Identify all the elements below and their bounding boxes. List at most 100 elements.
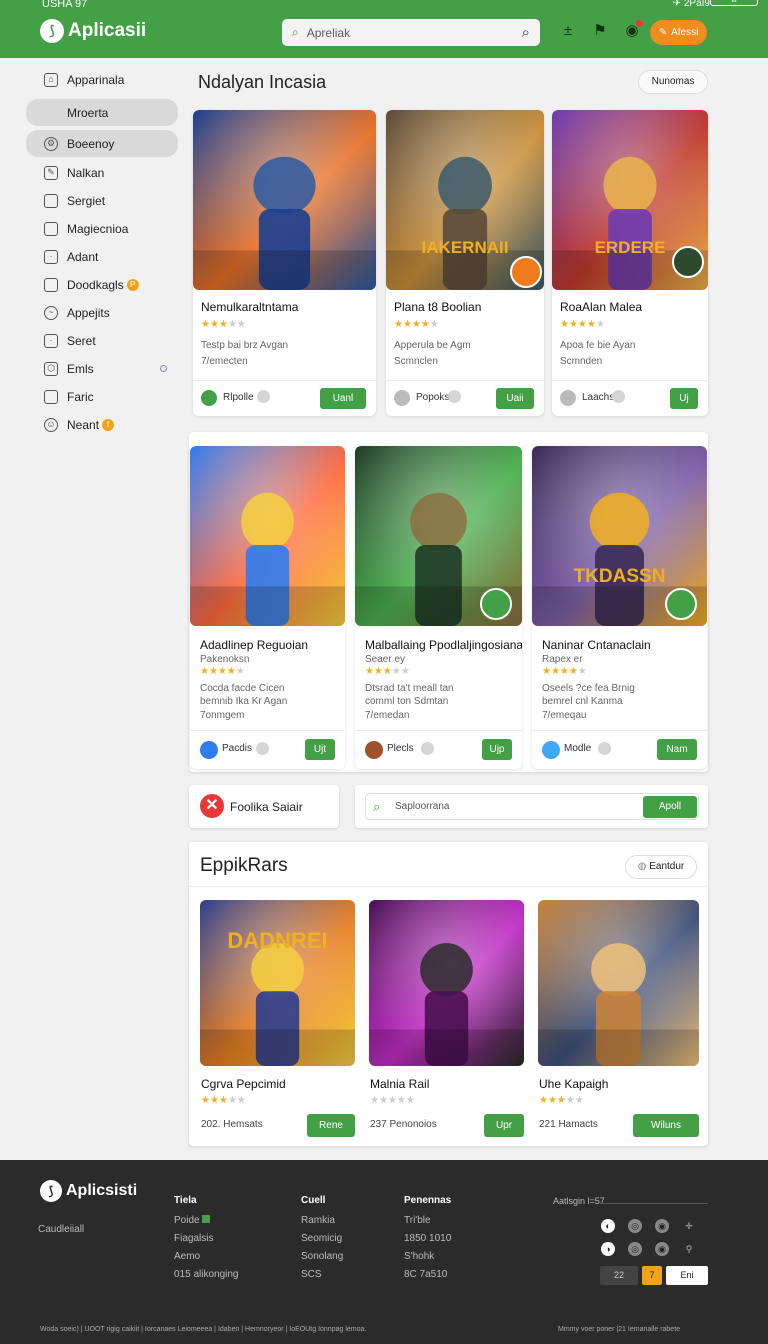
footer: ⟆ Aplicsisti Caudleiiall Tiela Poide Fia… — [0, 1160, 768, 1344]
game-card[interactable]: IAKERNAII Plana t8 Boolian ★★★★★ Apperula b… — [386, 110, 544, 416]
game-artwork[interactable] — [200, 900, 355, 1066]
footer-link[interactable]: Ramkia — [301, 1215, 343, 1233]
green-badge-icon — [202, 1215, 211, 1223]
more-button[interactable]: Nunomas — [638, 70, 708, 94]
status-bar-right: ✈ 2PaI9 — [672, 0, 710, 9]
card-title: Plana t8 Boolian — [394, 300, 482, 314]
sidebar-item-nalkan[interactable]: ✎ Nalkan — [26, 159, 178, 186]
header-action-button[interactable]: ✎ Afessi — [650, 20, 707, 45]
game-artwork[interactable] — [369, 900, 524, 1066]
sidebar-item-sergiet[interactable]: Sergiet — [26, 187, 178, 214]
sidebar-item-faric[interactable]: Faric — [26, 383, 178, 410]
card-title: Cgrva Pepcimid — [201, 1077, 286, 1091]
social-icon-7[interactable]: ◉ — [655, 1242, 669, 1256]
game-card[interactable]: Malballaing Ppodlaljingosiana Seaer ey ★★★… — [355, 446, 522, 769]
divider — [189, 886, 708, 887]
footer-link[interactable]: Tri'ble — [404, 1215, 451, 1233]
social-icon-3[interactable]: ◉ — [655, 1219, 669, 1233]
card-footer: Rlpolle Uanl — [193, 380, 376, 416]
social-icon-1[interactable]: ◐ — [601, 1219, 615, 1233]
social-icon-8[interactable]: ⚲ — [682, 1242, 696, 1256]
get-button[interactable]: Uanl — [320, 388, 366, 409]
sidebar-item-appejits[interactable]: ~ Appejits — [26, 299, 178, 326]
game-artwork[interactable] — [190, 446, 345, 626]
social-icon-5[interactable]: ◑ — [601, 1242, 615, 1256]
get-button[interactable]: Nam — [657, 739, 697, 760]
footer-link[interactable]: 015 alikonging — [174, 1269, 239, 1287]
game-artwork[interactable] — [538, 900, 699, 1066]
author-name[interactable]: Rlpolle — [223, 392, 254, 403]
game-card[interactable]: Nemulkaraltntama ★★★★★ Testp bai brz Avgan… — [193, 110, 376, 416]
install-check-icon[interactable] — [480, 588, 512, 620]
game-card[interactable]: TKDASSN Naninar Cntanaclain Rapex er ★★★★★ O… — [532, 446, 707, 769]
secondary-search-input[interactable]: Saploorrana — [395, 801, 449, 812]
edit-icon: ✎ — [658, 27, 668, 38]
social-icon-6[interactable]: ◎ — [628, 1242, 642, 1256]
get-button[interactable]: Rene — [307, 1114, 355, 1137]
author-name[interactable]: Plecls — [387, 743, 414, 754]
sidebar-item-doodkagls[interactable]: Doodkagls P — [26, 271, 178, 298]
footer-link[interactable]: Seomicig — [301, 1233, 343, 1251]
footer-link[interactable]: Aemo — [174, 1251, 239, 1269]
footer-link[interactable]: S'hohk — [404, 1251, 451, 1269]
author-name[interactable]: Pacdis — [222, 743, 252, 754]
search-bar[interactable]: ⌕ Apreliak ⌕ — [282, 19, 540, 46]
cloud-icon: ~ — [44, 305, 58, 320]
sidebar-item-neant[interactable]: ☺ Neant f — [26, 411, 178, 438]
get-button[interactable]: Uaii — [496, 388, 534, 409]
get-button[interactable]: Wiluns — [633, 1114, 699, 1137]
footer-link[interactable]: 1850 1010 — [404, 1233, 451, 1251]
author-avatar-icon — [365, 741, 383, 759]
footer-button-1[interactable]: 22 — [600, 1266, 638, 1285]
footer-link[interactable]: Sonolang — [301, 1251, 343, 1269]
card-description: 7/emeqau — [542, 710, 587, 721]
author-name[interactable]: Popoks — [416, 392, 449, 403]
sidebar-item-emls[interactable]: ⬡ Emls — [26, 355, 178, 382]
info-icon — [257, 390, 270, 403]
sidebar-item-mroerta[interactable]: Mroerta — [26, 99, 178, 126]
install-check-icon[interactable] — [510, 256, 542, 288]
search-input[interactable]: Apreliak — [307, 26, 522, 40]
footer-logo[interactable]: ⟆ Aplicsisti — [40, 1180, 137, 1202]
footer-bottom-right: Mmmy voer poner |21 Iemanalle rabete — [558, 1326, 681, 1333]
footer-link[interactable]: Fiagalsis — [174, 1233, 239, 1251]
section-title: Ndalyan Incasia — [198, 72, 327, 92]
section3-more-button[interactable]: ◍ Eantdur — [625, 855, 697, 879]
apply-button[interactable]: Apoll — [643, 796, 697, 818]
social-icon-2[interactable]: ◎ — [628, 1219, 642, 1233]
rating-stars: ★★★★★ — [542, 666, 587, 677]
footer-link[interactable]: 8C 7a510 — [404, 1269, 451, 1287]
author-name[interactable]: Modle — [564, 743, 591, 754]
sidebar-item-boeenoy[interactable]: ⚙ Boeenoy — [26, 130, 178, 157]
get-button[interactable]: Ujt — [305, 739, 335, 760]
game-card[interactable]: ERDERE RoaAlan Malea ★★★★★ Apoa fe bie Ayan… — [552, 110, 708, 416]
notice-panel: ✕ Foolika Saiair — [189, 785, 339, 828]
author-name[interactable]: Laachs — [582, 392, 614, 403]
footer-link[interactable]: SCS — [301, 1269, 343, 1287]
social-icon-4[interactable]: ✛ — [682, 1219, 696, 1233]
footer-button-3[interactable]: Eni — [666, 1266, 708, 1285]
error-icon: ✕ — [200, 794, 224, 818]
game-card[interactable]: Adadlinep Reguoian Pakenoksn ★★★★★ Cocda fa… — [190, 446, 345, 769]
game-artwork[interactable] — [193, 110, 376, 290]
get-button[interactable]: Ujp — [482, 739, 512, 760]
sidebar-item-adant[interactable]: · Adant — [26, 243, 178, 270]
install-check-icon[interactable] — [672, 246, 704, 278]
sidebar-item-apparinala[interactable]: ⌂ Apparinala — [26, 66, 178, 93]
notification-icon[interactable]: ◉ — [624, 20, 643, 40]
bookmark-icon[interactable]: ⚑ — [592, 22, 608, 40]
install-check-icon[interactable] — [665, 588, 697, 620]
app-logo[interactable]: ⟆ Aplicasii — [40, 19, 146, 43]
get-button[interactable]: Uj — [670, 388, 698, 409]
sidebar-item-seret[interactable]: · Seret — [26, 327, 178, 354]
secondary-search-bar[interactable]: ⌕ Saploorrana Apoll — [365, 793, 699, 820]
footer-button-2[interactable]: 7 — [642, 1266, 662, 1285]
search-submit-icon[interactable]: ⌕ — [522, 24, 530, 41]
get-button[interactable]: Upr — [484, 1114, 524, 1137]
search-icon: ⌕ — [292, 25, 299, 39]
battery-icon: lll — [710, 0, 758, 6]
rating-stars: ★★★★★ — [394, 319, 439, 330]
sidebar-item-magiecnioa[interactable]: Magiecnioa — [26, 215, 178, 242]
footer-link[interactable]: Poide — [174, 1215, 239, 1233]
plus-icon[interactable]: ± — [560, 22, 576, 40]
